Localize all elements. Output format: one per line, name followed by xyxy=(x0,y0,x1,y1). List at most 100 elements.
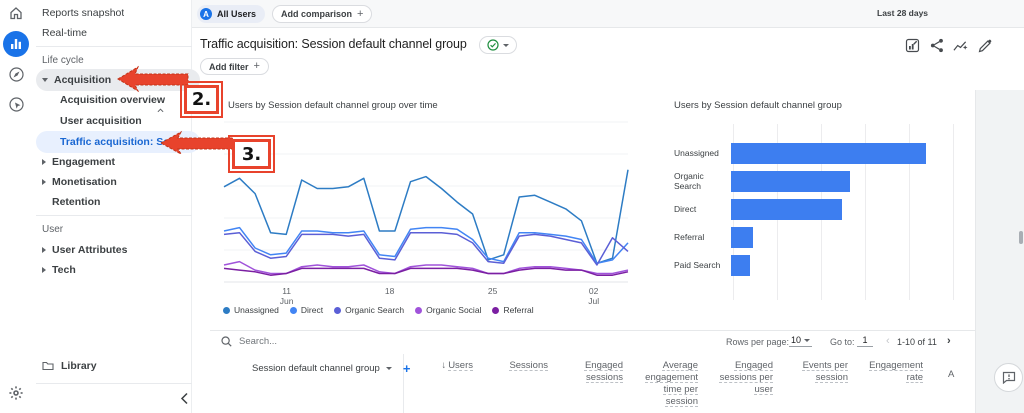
advertising-icon[interactable] xyxy=(0,96,32,113)
bar-referral[interactable] xyxy=(731,226,754,248)
rows-per-page-label: Rows per page: xyxy=(726,337,790,347)
rows-per-page-select[interactable]: 10 xyxy=(789,335,813,347)
chevron-down-icon[interactable] xyxy=(385,367,392,370)
sidebar-item-library[interactable]: Library xyxy=(32,356,192,376)
sidebar-divider xyxy=(36,215,192,216)
search-placeholder: Search... xyxy=(239,336,278,347)
expand-arrow-icon[interactable] xyxy=(42,267,46,273)
sidebar-item-acquisition-overview[interactable]: Acquisition overview xyxy=(32,90,192,110)
x-axis-tick-label: 11 xyxy=(282,286,291,296)
metric-header-line: sessions per xyxy=(719,372,773,383)
metric-column-header[interactable]: ↓ Users xyxy=(398,360,473,408)
metric-header-line: Sessions xyxy=(509,360,548,371)
sidebar-item-tech[interactable]: Tech xyxy=(32,260,192,280)
goto-page-input[interactable]: 1 xyxy=(857,335,873,347)
sidebar-item-label: User acquisition xyxy=(60,115,142,127)
metric-column-header[interactable]: Events per session xyxy=(773,360,848,408)
sidebar-item-label: Reports snapshot xyxy=(42,7,125,19)
legend-item[interactable]: Organic Search xyxy=(334,305,404,315)
series-line-referral xyxy=(223,267,629,276)
metric-header-line: Events per xyxy=(802,360,848,371)
sidebar-item-user-attributes[interactable]: User Attributes xyxy=(32,240,192,260)
line-chart[interactable]: 11Jun18 25 02Jul xyxy=(222,110,632,310)
sidebar-section-life-cycle[interactable]: Life cycle xyxy=(32,50,192,113)
prev-page-icon: ‹ xyxy=(886,335,890,347)
bar-organic-search[interactable] xyxy=(731,170,850,192)
feedback-bubble-icon xyxy=(1002,371,1015,384)
insights-icon[interactable] xyxy=(953,38,968,53)
bar-paid-search[interactable] xyxy=(731,254,750,276)
sidebar-item-label: Tech xyxy=(52,264,76,276)
expanded-arrow-icon[interactable] xyxy=(42,78,48,82)
sidebar-item-engagement[interactable]: Engagement xyxy=(32,152,192,172)
scrollbar-thumb[interactable] xyxy=(1019,231,1023,244)
metric-column-header[interactable]: Average engagement time per session xyxy=(623,360,698,408)
sidebar-item-real-time[interactable]: Real-time xyxy=(32,23,192,43)
metric-header-line: session xyxy=(815,372,848,383)
legend-item[interactable]: Referral xyxy=(492,305,534,315)
chevron-down-icon xyxy=(804,338,811,342)
x-axis-tick-label: 18 xyxy=(385,286,395,296)
expand-arrow-icon[interactable] xyxy=(42,247,46,253)
table-search[interactable]: Search... xyxy=(221,336,277,347)
explore-icon[interactable] xyxy=(0,66,32,83)
sidebar-item-user-acquisition[interactable]: User acquisition xyxy=(32,111,192,131)
x-axis-tick-label: Jul xyxy=(588,296,599,306)
sidebar-item-traffic-acquisition-selected[interactable]: Traffic acquisition: Session... xyxy=(32,132,180,152)
bar-chart[interactable]: Unassigned Organic Search Direct Referral Pa… xyxy=(674,124,966,304)
bar-category-label: Direct xyxy=(674,204,697,214)
sidebar-section-user[interactable]: User xyxy=(32,219,192,239)
legend-item[interactable]: Organic Social xyxy=(415,305,481,315)
customise-report-icon[interactable] xyxy=(905,38,920,53)
reports-sidebar: Reports snapshot Real-time Life cycle Ac… xyxy=(32,0,200,413)
reports-nav-icon-active[interactable] xyxy=(0,31,32,57)
add-comparison-button[interactable]: Add comparison + xyxy=(272,5,373,23)
sidebar-section-label: User xyxy=(42,223,64,235)
add-filter-button[interactable]: Add filter + xyxy=(200,58,269,75)
sidebar-item-retention[interactable]: Retention xyxy=(32,192,192,212)
report-actions xyxy=(905,38,992,53)
chevron-down-icon xyxy=(503,43,509,47)
legend-item[interactable]: Unassigned xyxy=(223,305,279,315)
sidebar-item-acquisition[interactable]: Acquisition xyxy=(32,70,192,90)
bar-direct[interactable] xyxy=(731,198,843,220)
collapse-sidebar-icon[interactable] xyxy=(180,392,189,410)
legend-dot-icon xyxy=(334,306,342,314)
sidebar-item-reports-snapshot[interactable]: Reports snapshot xyxy=(32,3,192,23)
date-range-selector[interactable]: Last 28 days xyxy=(877,8,928,18)
metric-column-header[interactable]: Engaged sessions xyxy=(548,360,623,408)
home-icon[interactable] xyxy=(0,5,32,21)
folder-icon xyxy=(42,361,54,371)
expand-arrow-icon[interactable] xyxy=(42,179,46,185)
bar-chart-title: Users by Session default channel group xyxy=(674,100,842,111)
sidebar-item-label: Engagement xyxy=(52,156,116,168)
legend-label: Direct xyxy=(300,305,324,315)
metric-column-header[interactable]: Engaged sessions per user xyxy=(698,360,773,408)
legend-item[interactable]: Direct xyxy=(289,305,324,315)
reports-active-circle xyxy=(3,31,29,57)
all-users-chip[interactable]: A All Users xyxy=(197,5,266,23)
edit-icon[interactable] xyxy=(977,38,992,53)
next-page-icon[interactable]: › xyxy=(947,335,951,347)
bar-category-label: Organic Search xyxy=(674,171,704,191)
admin-gear-icon[interactable] xyxy=(0,385,32,401)
metric-column-header[interactable]: Engagement rate xyxy=(848,360,923,408)
x-axis-tick-label: 25 xyxy=(488,286,498,296)
legend-label: Referral xyxy=(503,305,534,315)
sidebar-item-monetisation[interactable]: Monetisation xyxy=(32,172,192,192)
all-users-avatar: A xyxy=(200,8,212,20)
share-icon[interactable] xyxy=(929,38,944,53)
expand-arrow-icon[interactable] xyxy=(42,159,46,165)
bar-unassigned[interactable] xyxy=(731,142,926,164)
legend-dot-icon xyxy=(289,306,297,314)
feedback-button[interactable] xyxy=(994,363,1023,392)
goto-label: Go to: xyxy=(830,337,855,347)
dimension-column-header[interactable]: Session default channel group + xyxy=(252,361,410,376)
metric-header-line: Engaged xyxy=(584,360,623,371)
report-status-badge[interactable] xyxy=(479,36,517,54)
sidebar-item-label: Retention xyxy=(52,196,101,208)
series-line-organic-social xyxy=(223,260,629,275)
table-divider xyxy=(210,330,975,331)
green-check-icon xyxy=(487,39,499,51)
metric-column-header[interactable]: Sessions xyxy=(473,360,548,408)
